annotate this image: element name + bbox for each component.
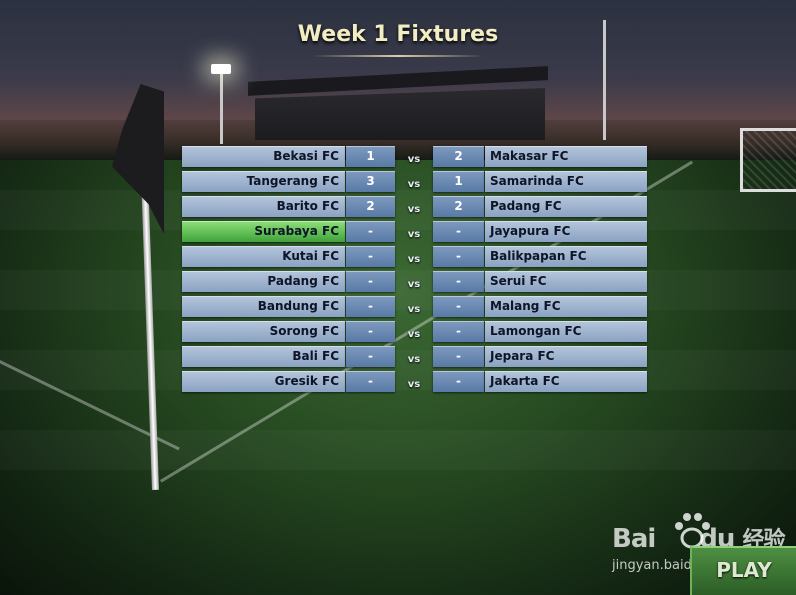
play-button[interactable]: PLAY bbox=[690, 546, 796, 595]
vs-label: vs bbox=[407, 179, 421, 190]
fixture-row: Bekasi FC 1 vs 2 Makasar FC bbox=[182, 145, 647, 170]
vs-label: vs bbox=[407, 329, 421, 340]
away-score: - bbox=[433, 221, 484, 242]
away-score: - bbox=[433, 296, 484, 317]
away-score: - bbox=[433, 271, 484, 292]
home-team[interactable]: Gresik FC bbox=[182, 371, 345, 392]
fixture-row: Tangerang FC 3 vs 1 Samarinda FC bbox=[182, 170, 647, 195]
away-team[interactable]: Balikpapan FC bbox=[485, 246, 647, 267]
vs-label: vs bbox=[407, 279, 421, 290]
vs-label: vs bbox=[407, 154, 421, 165]
away-team[interactable]: Padang FC bbox=[485, 196, 647, 217]
home-team[interactable]: Padang FC bbox=[182, 271, 345, 292]
away-score: - bbox=[433, 321, 484, 342]
home-score: - bbox=[346, 246, 395, 267]
fixture-row: Gresik FC - vs - Jakarta FC bbox=[182, 370, 647, 395]
away-team[interactable]: Serui FC bbox=[485, 271, 647, 292]
away-team[interactable]: Jayapura FC bbox=[485, 221, 647, 242]
vs-label: vs bbox=[407, 229, 421, 240]
away-team[interactable]: Malang FC bbox=[485, 296, 647, 317]
away-score: 2 bbox=[433, 196, 484, 217]
home-score: - bbox=[346, 221, 395, 242]
home-team[interactable]: Kutai FC bbox=[182, 246, 345, 267]
fixture-row: Bali FC - vs - Jepara FC bbox=[182, 345, 647, 370]
goal-net bbox=[740, 128, 796, 192]
home-team[interactable]: Bekasi FC bbox=[182, 146, 345, 167]
home-score: - bbox=[346, 271, 395, 292]
away-team[interactable]: Makasar FC bbox=[485, 146, 647, 167]
fixture-row: Bandung FC - vs - Malang FC bbox=[182, 295, 647, 320]
away-score: 2 bbox=[433, 146, 484, 167]
fixture-row: Barito FC 2 vs 2 Padang FC bbox=[182, 195, 647, 220]
home-score: 1 bbox=[346, 146, 395, 167]
home-score: - bbox=[346, 321, 395, 342]
away-team[interactable]: Samarinda FC bbox=[485, 171, 647, 192]
home-team[interactable]: Sorong FC bbox=[182, 321, 345, 342]
floodlight-left bbox=[211, 64, 231, 74]
home-team[interactable]: Tangerang FC bbox=[182, 171, 345, 192]
away-team[interactable]: Jakarta FC bbox=[485, 371, 647, 392]
fixture-row: Padang FC - vs - Serui FC bbox=[182, 270, 647, 295]
fixture-row: Surabaya FC - vs - Jayapura FC bbox=[182, 220, 647, 245]
away-team[interactable]: Lamongan FC bbox=[485, 321, 647, 342]
home-score: - bbox=[346, 296, 395, 317]
floodlight-pole-left bbox=[220, 74, 223, 144]
away-score: - bbox=[433, 371, 484, 392]
vs-label: vs bbox=[407, 204, 421, 215]
vs-label: vs bbox=[407, 254, 421, 265]
vs-label: vs bbox=[407, 304, 421, 315]
paw-icon bbox=[675, 513, 710, 549]
fixture-row: Sorong FC - vs - Lamongan FC bbox=[182, 320, 647, 345]
home-team[interactable]: Bandung FC bbox=[182, 296, 345, 317]
title-underline bbox=[312, 55, 484, 57]
away-score: - bbox=[433, 346, 484, 367]
vs-label: vs bbox=[407, 379, 421, 390]
home-score: - bbox=[346, 371, 395, 392]
away-score: 1 bbox=[433, 171, 484, 192]
fixture-row: Kutai FC - vs - Balikpapan FC bbox=[182, 245, 647, 270]
page-title: Week 1 Fixtures bbox=[297, 22, 499, 47]
home-team[interactable]: Surabaya FC bbox=[182, 221, 345, 242]
home-score: 3 bbox=[346, 171, 395, 192]
fixtures-table: Bekasi FC 1 vs 2 Makasar FC Tangerang FC 3 vs 1 S… bbox=[182, 145, 647, 395]
home-score: 2 bbox=[346, 196, 395, 217]
home-team[interactable]: Bali FC bbox=[182, 346, 345, 367]
away-score: - bbox=[433, 246, 484, 267]
away-team[interactable]: Jepara FC bbox=[485, 346, 647, 367]
vs-label: vs bbox=[407, 354, 421, 365]
home-team[interactable]: Barito FC bbox=[182, 196, 345, 217]
home-score: - bbox=[346, 346, 395, 367]
